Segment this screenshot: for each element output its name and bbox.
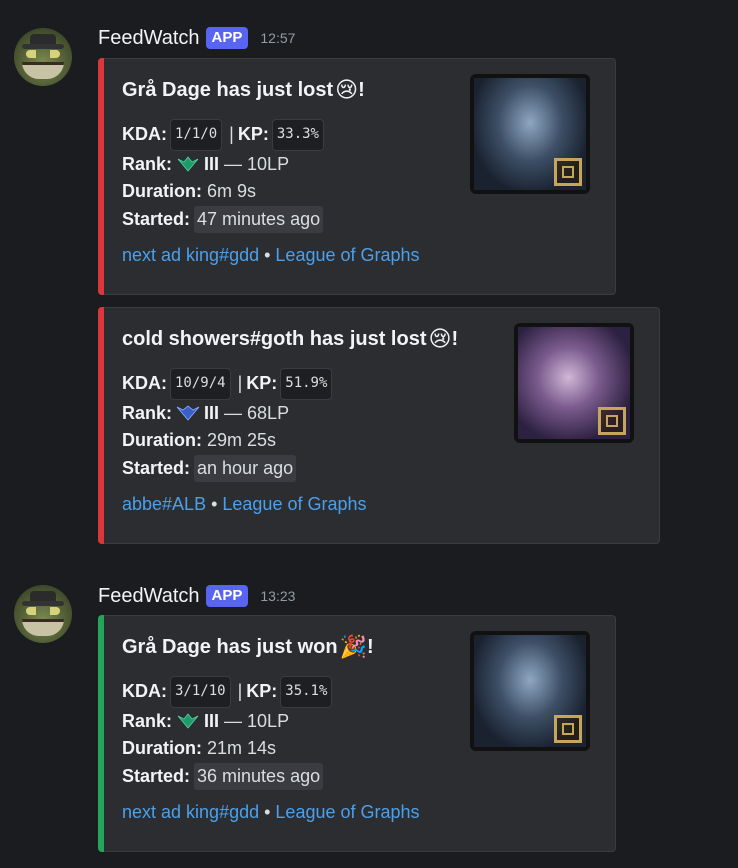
diamond-rank-icon: [176, 405, 200, 421]
kda-row: KDA: 1/1/0 | KP: 33.3%: [122, 119, 327, 151]
duration-row: Duration: 29m 25s: [122, 430, 277, 450]
party-popper-icon: 🎉: [339, 634, 368, 659]
league-of-graphs-link[interactable]: League of Graphs: [222, 494, 366, 514]
started-row: Started: 47 minutes ago: [122, 205, 327, 233]
rank-row: Rank: III — 68LP: [122, 402, 290, 423]
match-embed: Grå Dage has just lost 😢 ! KDA: 1/1/0 | …: [98, 58, 616, 295]
crying-face-icon: 😢: [335, 77, 359, 102]
emerald-rank-icon: [177, 156, 199, 172]
started-row: Started: 36 minutes ago: [122, 762, 335, 790]
kda-row: KDA: 3/1/10 | KP: 35.1%: [122, 676, 335, 708]
summoner-link[interactable]: next ad king#gdd: [122, 245, 259, 265]
embed-color-bar: [98, 58, 104, 295]
embed-color-bar: [98, 615, 104, 852]
embed-fields: KDA: 1/1/0 | KP: 33.3% Rank: III — 10LP …: [122, 119, 327, 233]
timestamp[interactable]: 12:57: [260, 30, 295, 46]
bot-avatar[interactable]: [14, 28, 72, 86]
app-badge: APP: [205, 27, 249, 49]
embed-footer: next ad king#gdd • League of Graphs: [122, 802, 420, 822]
started-timestamp[interactable]: an hour ago: [194, 454, 297, 482]
timestamp[interactable]: 13:23: [260, 588, 295, 604]
kda-row: KDA: 10/9/4 | KP: 51.9%: [122, 368, 335, 400]
embed-title: Grå Dage has just lost 😢 !: [122, 77, 365, 102]
crying-face-icon: 😢: [428, 326, 452, 351]
league-of-graphs-link[interactable]: League of Graphs: [275, 245, 419, 265]
message-header: FeedWatch APP 13:23: [98, 582, 295, 610]
embed-fields: KDA: 10/9/4 | KP: 51.9% Rank: III — 68LP…: [122, 368, 335, 482]
summoner-link[interactable]: abbe#ALB: [122, 494, 206, 514]
username[interactable]: FeedWatch: [98, 27, 200, 50]
message-header: FeedWatch APP 12:57: [98, 24, 295, 52]
embed-footer: next ad king#gdd • League of Graphs: [122, 245, 420, 265]
embed-footer: abbe#ALB • League of Graphs: [122, 494, 367, 514]
rank-row: Rank: III — 10LP: [122, 153, 290, 174]
duration-row: Duration: 21m 14s: [122, 738, 277, 758]
champion-thumbnail[interactable]: [470, 74, 590, 194]
embed-fields: KDA: 3/1/10 | KP: 35.1% Rank: III — 10LP…: [122, 676, 335, 790]
match-embed: cold showers#goth has just lost 😢 ! KDA:…: [98, 307, 660, 544]
kda-value: 10/9/4: [170, 368, 231, 400]
started-timestamp[interactable]: 47 minutes ago: [194, 205, 324, 233]
started-row: Started: an hour ago: [122, 454, 335, 482]
league-of-graphs-link[interactable]: League of Graphs: [275, 802, 419, 822]
embed-color-bar: [98, 307, 104, 544]
kda-value: 3/1/10: [170, 676, 231, 708]
bot-avatar[interactable]: [14, 585, 72, 643]
emerald-rank-icon: [177, 713, 199, 729]
embed-title: Grå Dage has just won 🎉 !: [122, 634, 374, 659]
started-timestamp[interactable]: 36 minutes ago: [194, 762, 324, 790]
champion-thumbnail[interactable]: [470, 631, 590, 751]
kp-value: 33.3%: [271, 119, 324, 151]
duration-row: Duration: 6m 9s: [122, 181, 257, 201]
rank-row: Rank: III — 10LP: [122, 710, 290, 731]
embed-title: cold showers#goth has just lost 😢 !: [122, 326, 459, 351]
kda-value: 1/1/0: [170, 119, 223, 151]
match-embed: Grå Dage has just won 🎉 ! KDA: 3/1/10 | …: [98, 615, 616, 852]
kp-value: 35.1%: [280, 676, 333, 708]
kp-value: 51.9%: [280, 368, 333, 400]
summoner-link[interactable]: next ad king#gdd: [122, 802, 259, 822]
username[interactable]: FeedWatch: [98, 585, 200, 608]
app-badge: APP: [205, 585, 249, 607]
champion-thumbnail[interactable]: [514, 323, 634, 443]
